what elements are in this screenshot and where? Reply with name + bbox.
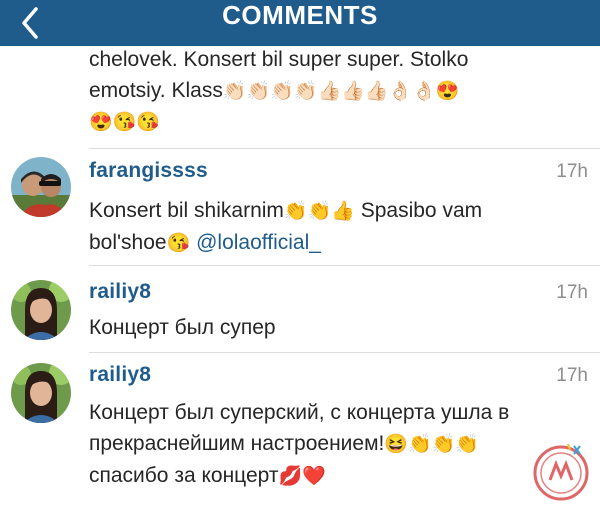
emoji-group: 😍😘😘	[89, 112, 160, 133]
avatar-photo	[11, 280, 71, 340]
comment-text: chelovek. Konsert bil super super. Stolk…	[89, 44, 569, 138]
comment-line-text: Spasibo vam	[354, 199, 483, 222]
comment-line-text: прекраснейшим настроением!	[89, 432, 385, 455]
avatar[interactable]	[11, 157, 71, 217]
comment-text: Konsert bil shikarnim👏👏👍 Spasibo vam bol…	[89, 195, 569, 259]
comment-timestamp: 17h	[556, 161, 588, 182]
comment-line-text: bol'shoe	[89, 231, 167, 254]
comment-line-text: emotsiy. Klass	[89, 79, 223, 102]
comment-line: chelovek. Konsert bil super super. Stolk…	[89, 48, 469, 71]
avatar-photo	[11, 363, 71, 423]
header-bar: COMMENTS	[0, 0, 600, 46]
avatar[interactable]	[11, 363, 71, 423]
comment-timestamp: 17h	[556, 365, 588, 386]
emoji-group: 💋❤️	[278, 466, 326, 487]
divider	[89, 148, 600, 149]
avatar[interactable]	[11, 280, 71, 340]
watermark-stamp	[533, 443, 589, 501]
divider	[89, 352, 600, 353]
divider	[89, 265, 600, 266]
mention-link[interactable]: @lolaofficial_	[196, 231, 321, 254]
comment-line: bol'shoe😘 @lolaofficial_	[89, 227, 569, 259]
comment-line: спасибо за концерт💋❤️	[89, 460, 569, 492]
comment-username[interactable]: railiy8	[89, 280, 151, 304]
comment-username[interactable]: railiy8	[89, 363, 151, 387]
comment-line-text: Konsert bil shikarnim	[89, 199, 284, 222]
comment-username[interactable]: farangissss	[89, 159, 208, 183]
comment-line-text: спасибо за концерт	[89, 464, 279, 487]
comment-line: прекраснейшим настроением!😆👏👏👏	[89, 428, 569, 460]
avatar-photo	[11, 157, 71, 217]
emoji-group: 👏👏👍	[283, 201, 355, 222]
comment-line: Konsert bil shikarnim👏👏👍 Spasibo vam	[89, 195, 569, 227]
comment-line: emotsiy. Klass👏🏻👏🏻👏🏻👏🏻👍🏻👍🏻👍🏻👌🏻👌🏻😍	[89, 75, 569, 107]
emoji-group: 😆👏👏👏	[384, 434, 479, 455]
comment-text: Концерт был суперский, с концерта ушла в…	[89, 397, 569, 492]
comment-line: Концерт был суперский, с концерта ушла в	[89, 401, 510, 424]
page-title: COMMENTS	[222, 0, 378, 30]
comment-timestamp: 17h	[556, 282, 588, 303]
comment-text: Концерт был супер	[89, 312, 569, 343]
comment-line: Концерт был супер	[89, 316, 276, 339]
emoji-group: 😘	[166, 233, 191, 254]
emoji-group: 👏🏻👏🏻👏🏻👏🏻👍🏻👍🏻👍🏻👌🏻👌🏻😍	[222, 81, 460, 102]
